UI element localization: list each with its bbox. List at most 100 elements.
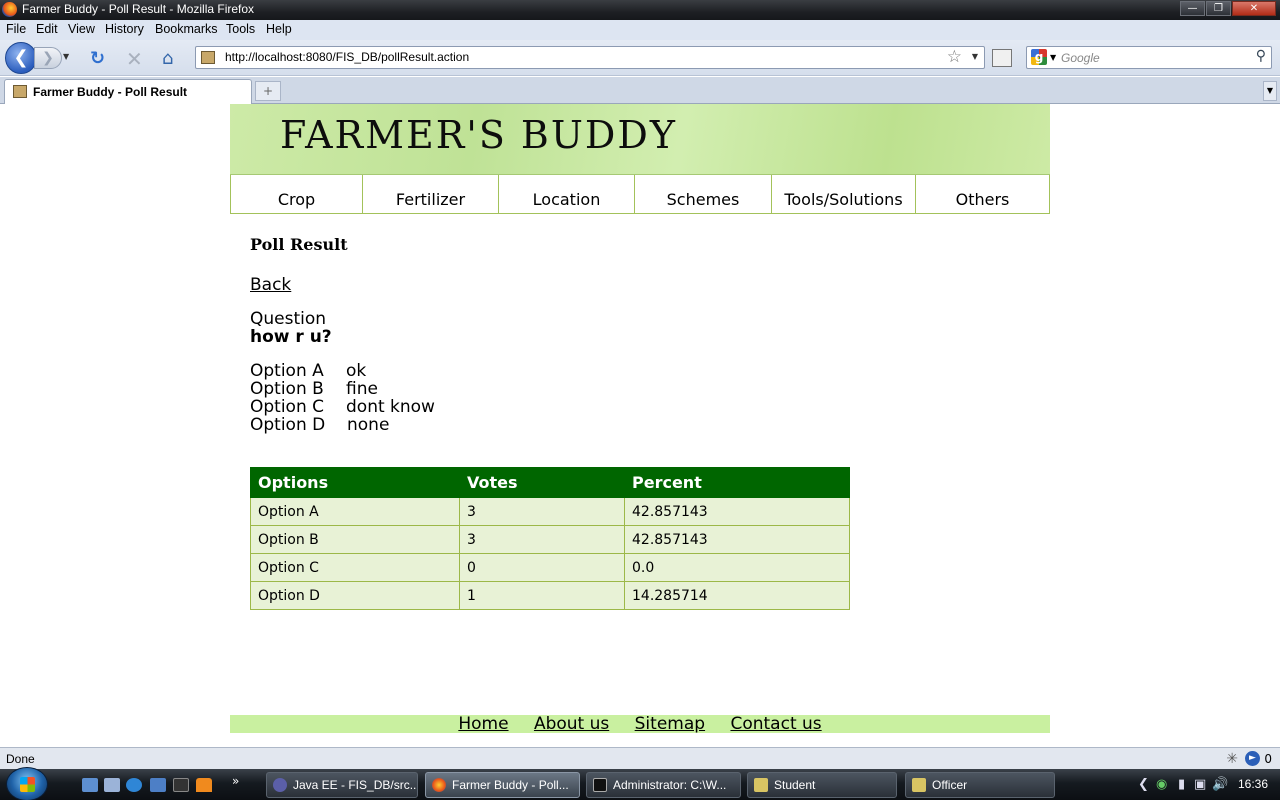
option-name: Option B: [250, 379, 324, 399]
menu-history[interactable]: History: [105, 22, 144, 36]
url-dropdown-icon[interactable]: ▼: [972, 52, 978, 61]
nav-location[interactable]: Location: [499, 175, 635, 213]
search-icon[interactable]: ⚲: [1256, 48, 1266, 64]
option-value: none: [347, 415, 390, 435]
history-dropdown-icon[interactable]: ▼: [63, 52, 69, 61]
firefox-icon: [2, 2, 17, 17]
footer-link-sitemap[interactable]: Sitemap: [635, 714, 705, 734]
notification-icon[interactable]: ►: [1245, 751, 1260, 766]
volume-icon[interactable]: 🔊: [1212, 777, 1228, 792]
clock[interactable]: 16:36: [1238, 777, 1268, 791]
show-desktop-icon[interactable]: [82, 778, 98, 792]
media-icon[interactable]: [150, 778, 166, 792]
footer-link-home[interactable]: Home: [458, 714, 508, 734]
table-row: Option B 3 42.857143: [250, 525, 850, 554]
notification-count: 0: [1264, 752, 1272, 766]
menu-bar: File Edit View History Bookmarks Tools H…: [0, 20, 1280, 40]
ie-icon[interactable]: [126, 778, 142, 792]
footer-link-contact[interactable]: Contact us: [730, 714, 821, 734]
minimize-button[interactable]: —: [1180, 1, 1205, 16]
site-container: FARMER'S BUDDY Crop Fertilizer Location …: [230, 104, 1050, 610]
reload-icon[interactable]: ↻: [90, 50, 105, 68]
console-icon[interactable]: [173, 778, 189, 792]
footer-link-about[interactable]: About us: [534, 714, 609, 734]
page-viewport: FARMER'S BUDDY Crop Fertilizer Location …: [0, 104, 1280, 747]
search-placeholder[interactable]: Google: [1061, 51, 1100, 65]
table-row: Option D 1 14.285714: [250, 581, 850, 610]
stop-icon[interactable]: ✕: [126, 49, 143, 69]
poll-results-table: Options Votes Percent Option A 3 42.8571…: [250, 467, 850, 610]
list-tabs-icon[interactable]: ▼: [1263, 81, 1277, 101]
network-icon[interactable]: ▣: [1194, 777, 1206, 792]
menu-view[interactable]: View: [68, 22, 95, 36]
column-header-options: Options: [250, 467, 460, 498]
cell-option: Option A: [250, 497, 460, 526]
option-name: Option D: [250, 415, 326, 435]
option-value: ok: [346, 361, 367, 381]
engine-dropdown-icon[interactable]: ▼: [1050, 53, 1056, 62]
cell-percent: 42.857143: [624, 525, 850, 554]
close-button[interactable]: ✕: [1232, 1, 1276, 16]
task-officer[interactable]: Officer: [905, 772, 1055, 798]
nav-tools-solutions[interactable]: Tools/Solutions: [772, 175, 916, 213]
vlc-icon[interactable]: [196, 778, 212, 792]
column-header-votes: Votes: [459, 467, 625, 498]
nav-crop[interactable]: Crop: [231, 175, 363, 213]
task-java-ee[interactable]: Java EE - FIS_DB/src...: [266, 772, 418, 798]
menu-bookmarks[interactable]: Bookmarks: [155, 22, 218, 36]
addon-icon[interactable]: ✳: [1226, 751, 1238, 767]
home-icon[interactable]: ⌂: [162, 50, 173, 68]
cell-option: Option D: [250, 581, 460, 610]
task-cmd[interactable]: Administrator: C:\W...: [586, 772, 741, 798]
menu-edit[interactable]: Edit: [36, 22, 58, 36]
cell-percent: 0.0: [624, 553, 850, 582]
site-nav: Crop Fertilizer Location Schemes Tools/S…: [230, 175, 1050, 214]
site-banner: FARMER'S BUDDY: [230, 104, 1050, 175]
sidebar-toggle-icon[interactable]: [992, 49, 1012, 67]
battery-icon[interactable]: ▮: [1178, 777, 1185, 792]
status-bar: Done ✳ ► 0: [0, 747, 1280, 769]
option-name: Option C: [250, 397, 325, 417]
question-text: how r u?: [250, 327, 332, 347]
maximize-button[interactable]: ❐: [1206, 1, 1231, 16]
address-bar[interactable]: http://localhost:8080/FIS_DB/pollResult.…: [195, 46, 985, 69]
window-titlebar: Farmer Buddy - Poll Result - Mozilla Fir…: [0, 0, 1280, 20]
security-icon[interactable]: ◉: [1156, 777, 1167, 792]
nav-schemes[interactable]: Schemes: [635, 175, 772, 213]
explorer-icon[interactable]: [104, 778, 120, 792]
menu-tools[interactable]: Tools: [226, 22, 255, 36]
cell-votes: 3: [459, 525, 625, 554]
quicklaunch-more-icon[interactable]: »: [232, 774, 239, 788]
task-student[interactable]: Student: [747, 772, 897, 798]
windows-logo-icon: [20, 777, 35, 792]
address-url[interactable]: http://localhost:8080/FIS_DB/pollResult.…: [225, 50, 469, 64]
nav-fertilizer[interactable]: Fertilizer: [363, 175, 499, 213]
cell-votes: 1: [459, 581, 625, 610]
system-tray: ❮ ◉ ▮ ▣ 🔊 16:36: [1130, 769, 1280, 800]
question-label: Question: [250, 309, 327, 329]
new-tab-button[interactable]: +: [255, 81, 281, 101]
task-label: Administrator: C:\W...: [613, 778, 727, 792]
page-title: Poll Result: [250, 235, 348, 254]
task-label: Officer: [932, 778, 968, 792]
tray-expand-icon[interactable]: ❮: [1138, 777, 1149, 792]
tab-poll-result[interactable]: Farmer Buddy - Poll Result: [4, 79, 252, 104]
site-footer: Home About us Sitemap Contact us: [230, 715, 1050, 733]
menu-help[interactable]: Help: [266, 22, 292, 36]
forward-button[interactable]: ❯: [34, 47, 62, 69]
table-header-row: Options Votes Percent: [250, 467, 850, 498]
site-favicon-icon: [201, 51, 215, 64]
start-button[interactable]: [6, 767, 48, 800]
tab-label: Farmer Buddy - Poll Result: [33, 85, 188, 99]
task-firefox[interactable]: Farmer Buddy - Poll...: [425, 772, 580, 798]
taskbar: » Java EE - FIS_DB/src... Farmer Buddy -…: [0, 767, 1280, 800]
nav-others[interactable]: Others: [916, 175, 1049, 213]
google-engine-icon[interactable]: g: [1031, 49, 1047, 65]
bookmark-star-icon[interactable]: ☆: [947, 47, 962, 67]
back-link[interactable]: Back: [250, 275, 291, 295]
search-bar[interactable]: g ▼ Google ⚲: [1026, 46, 1272, 69]
status-text: Done: [6, 752, 35, 766]
site-logo: FARMER'S BUDDY: [280, 113, 677, 157]
back-button[interactable]: ❮: [5, 42, 37, 74]
menu-file[interactable]: File: [6, 22, 26, 36]
